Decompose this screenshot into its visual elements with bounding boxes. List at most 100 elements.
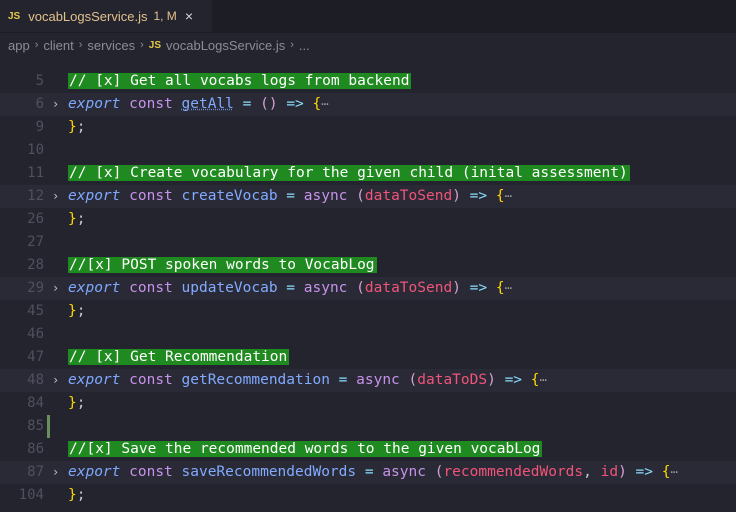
operator-assign: = [364, 464, 374, 480]
code-line[interactable]: 12 › export const createVocab = async (dat… [0, 185, 736, 208]
folded-ellipsis-icon: ⋯ [504, 189, 512, 203]
code-content: export const getRecommendation = async (… [68, 369, 547, 392]
line-number: 12 [27, 188, 44, 204]
line-number: 11 [27, 165, 44, 181]
parameter: recommendedWords [443, 464, 584, 480]
comment-highlighted: //[x] POST spoken words to VocabLog [68, 257, 377, 273]
code-line[interactable]: 87 › export const saveRecommendedWords = a… [0, 461, 736, 484]
paren-close: ) [268, 96, 278, 112]
close-icon[interactable]: × [185, 8, 193, 24]
code-line[interactable]: 28 //[x] POST spoken words to VocabLog [0, 254, 736, 277]
code-content: export const updateVocab = async (dataTo… [68, 277, 512, 300]
breadcrumb-item-client[interactable]: client [43, 38, 73, 53]
fold-chevron-icon[interactable]: › [52, 369, 59, 392]
function-name: getRecommendation [181, 372, 330, 388]
code-line[interactable]: 45}; [0, 300, 736, 323]
line-number: 46 [27, 326, 44, 342]
breadcrumb-item-app[interactable]: app [8, 38, 30, 53]
breadcrumb-item-file[interactable]: vocabLogsService.js [166, 38, 285, 53]
parameter: dataToDS [417, 372, 488, 388]
function-name: saveRecommendedWords [181, 464, 357, 480]
folded-ellipsis-icon: ⋯ [504, 281, 512, 295]
comma: , [583, 464, 601, 480]
code-line[interactable]: 10 [0, 139, 736, 162]
code-line[interactable]: 27 [0, 231, 736, 254]
keyword-export: export [68, 464, 121, 480]
brace-open: { [495, 188, 505, 204]
brace-open: { [495, 280, 505, 296]
code-content: }; [68, 392, 85, 415]
keyword-async: async [356, 372, 400, 388]
keyword-export: export [68, 280, 121, 296]
parameter: id [600, 464, 619, 480]
code-line[interactable]: 48 › export const getRecommendation = asyn… [0, 369, 736, 392]
line-number: 86 [27, 441, 44, 457]
code-line[interactable]: 104}; [0, 484, 736, 507]
brace-open: { [312, 96, 322, 112]
code-line[interactable]: 85 [0, 415, 736, 438]
code-line[interactable]: 29 › export const updateVocab = async (dat… [0, 277, 736, 300]
js-file-icon: JS [8, 10, 21, 22]
paren-close: ) [452, 280, 461, 296]
brace-close: }; [68, 487, 86, 503]
code-content: //[x] Save the recommended words to the … [68, 438, 543, 461]
parameter: dataToSend [364, 188, 453, 204]
line-number: 84 [27, 395, 44, 411]
function-name: getAll [181, 96, 234, 112]
folded-ellipsis-icon: ⋯ [321, 97, 329, 111]
code-line[interactable]: 86 //[x] Save the recommended words to th… [0, 438, 736, 461]
breadcrumb-item-services[interactable]: services [87, 38, 135, 53]
line-number: 10 [27, 142, 44, 158]
code-line[interactable]: 84}; [0, 392, 736, 415]
code-line[interactable]: 46 [0, 323, 736, 346]
fold-chevron-icon[interactable]: › [52, 277, 59, 300]
code-line[interactable]: 9}; [0, 116, 736, 139]
keyword-const: const [129, 96, 173, 112]
line-number: 28 [27, 257, 44, 273]
code-content: // [x] Get Recommendation [68, 346, 290, 369]
modified-line-marker [47, 415, 50, 438]
keyword-export: export [68, 372, 121, 388]
fold-chevron-icon[interactable]: › [52, 461, 59, 484]
paren-open: ( [356, 188, 365, 204]
breadcrumb-item-symbols[interactable]: ... [299, 38, 310, 53]
comment-highlighted: // [x] Create vocabulary for the given c… [68, 165, 630, 181]
code-line[interactable]: 5 // [x] Get all vocabs logs from backend [0, 70, 736, 93]
fold-chevron-icon[interactable]: › [52, 185, 59, 208]
code-line[interactable]: 11 // [x] Create vocabulary for the given… [0, 162, 736, 185]
code-line[interactable]: 47 // [x] Get Recommendation [0, 346, 736, 369]
code-line[interactable]: 6 › export const getAll = () => {⋯ [0, 93, 736, 116]
fold-chevron-icon[interactable]: › [52, 93, 59, 116]
chevron-right-icon: › [290, 39, 294, 51]
code-line[interactable]: 26}; [0, 208, 736, 231]
code-editor[interactable]: 5 // [x] Get all vocabs logs from backend… [0, 70, 736, 507]
keyword-async: async [382, 464, 426, 480]
function-name: createVocab [181, 188, 278, 204]
line-number: 45 [27, 303, 44, 319]
tab-bar: JS vocabLogsService.js 1, M × [0, 0, 736, 33]
paren-close: ) [487, 372, 496, 388]
tab-vocablogsservice[interactable]: JS vocabLogsService.js 1, M × [0, 0, 212, 32]
brace-close: }; [68, 395, 86, 411]
tab-problem-badge: 1, M [153, 9, 177, 23]
folded-ellipsis-icon: ⋯ [670, 465, 678, 479]
operator-assign: = [286, 188, 296, 204]
